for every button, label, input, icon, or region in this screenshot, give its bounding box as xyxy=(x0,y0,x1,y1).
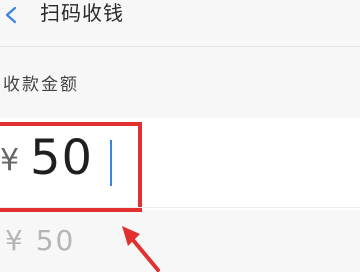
top-bar: 扫码收钱 xyxy=(0,0,360,46)
header-divider xyxy=(0,46,360,47)
chevron-left-icon[interactable] xyxy=(0,3,24,27)
page-title: 扫码收钱 xyxy=(40,1,124,25)
annotation-highlight-box xyxy=(0,122,142,212)
amount-preview: ¥ 50 xyxy=(5,224,76,257)
annotation-arrow-icon xyxy=(122,226,160,272)
row-divider xyxy=(0,207,360,208)
amount-label: 收款金额 xyxy=(3,75,79,95)
